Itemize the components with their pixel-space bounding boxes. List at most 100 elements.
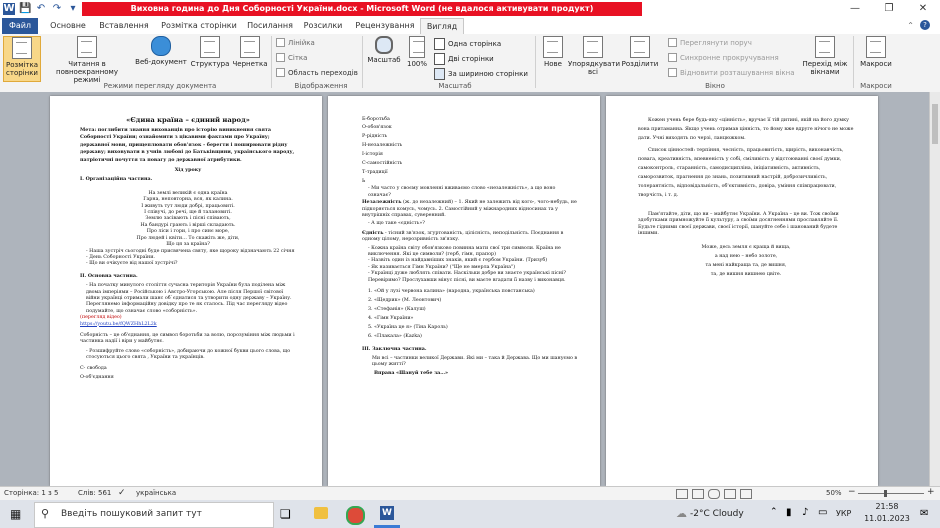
page-width-button[interactable]: За шириною сторінки	[434, 68, 528, 80]
list-item: - Наша зустріч сьогодні буде присвячена …	[86, 248, 295, 260]
section-heading-2: ІІ. Основна частина.	[80, 272, 138, 279]
tab-review[interactable]: Рецензування	[352, 18, 418, 34]
zoom-out-icon[interactable]: −	[848, 487, 856, 497]
hidden-icons-chevron-icon[interactable]: ⌃	[770, 507, 778, 517]
ruler-checkbox[interactable]: Лінійка	[276, 38, 315, 47]
full-screen-reading-button[interactable]: Читання в повноекранному режимі	[42, 36, 132, 84]
paragraph: Кожен учень бере будь-яку «цінність», вр…	[638, 118, 854, 141]
customize-qat-icon[interactable]: ▾	[67, 3, 79, 15]
search-icon: ⚲	[41, 507, 50, 520]
outline-view-icon[interactable]	[724, 489, 736, 499]
closing-paragraph: Ми всі – частинки великої Держави. Які м…	[372, 355, 578, 367]
new-window-button[interactable]: Нове	[538, 36, 568, 80]
tab-references[interactable]: Посилання	[244, 18, 296, 34]
print-layout-button[interactable]: Розмітка сторінки	[3, 36, 41, 82]
save-icon[interactable]: 💾	[19, 3, 31, 15]
draft-button[interactable]: Чернетка	[232, 36, 268, 80]
ribbon-collapse-icon[interactable]: ⌃	[907, 21, 914, 30]
poem-line: а над нею – небо золоте,	[714, 253, 778, 259]
quick-access-toolbar: W 💾 ↶ ↷ ▾	[0, 0, 79, 18]
document-page-3[interactable]: Кожен учень бере будь-яку «цінність», вр…	[606, 96, 878, 486]
undo-icon[interactable]: ↶	[35, 3, 47, 15]
synchronous-scrolling-button[interactable]: Синхронне прокручування	[668, 53, 779, 62]
ribbon: Розмітка сторінки Читання в повноекранно…	[0, 34, 940, 93]
close-icon[interactable]: ✕	[906, 0, 940, 18]
poem-1: На землі великій є одна країна Гарна, не…	[80, 191, 296, 249]
navigation-pane-checkbox-box[interactable]	[276, 68, 285, 77]
chrome-icon[interactable]	[346, 506, 365, 525]
poem-line: Може, десь земля є краща й вища,	[701, 244, 791, 250]
word-count[interactable]: Слів: 561	[78, 489, 111, 497]
switch-windows-icon	[815, 36, 835, 58]
group-separator	[271, 36, 272, 88]
video-link[interactable]: https://youtu.be/fQWZHhL2L2k	[80, 322, 296, 328]
notifications-icon[interactable]: ✉	[920, 508, 928, 519]
input-language[interactable]: УКР	[836, 509, 851, 518]
document-page-2[interactable]: Б-боротьба О-обов'язок Р-рідність Н-неза…	[328, 96, 600, 486]
draft-view-icon[interactable]	[740, 489, 752, 499]
grid-checkbox-box[interactable]	[276, 53, 285, 62]
zoom-button[interactable]: Масштаб	[366, 36, 402, 80]
word-taskbar-icon[interactable]: W	[380, 506, 394, 520]
minimize-icon[interactable]: —	[838, 0, 872, 18]
split-button[interactable]: Розділити	[620, 36, 660, 80]
web-layout-button[interactable]: Веб-документ	[134, 36, 188, 80]
redo-icon[interactable]: ↷	[51, 3, 63, 15]
clock-date[interactable]: 11.01.2023	[862, 514, 912, 523]
outline-button[interactable]: Структура	[190, 36, 230, 80]
globe-icon	[151, 36, 171, 56]
tab-home[interactable]: Основне	[44, 18, 92, 34]
zoom-level[interactable]: 50%	[826, 489, 842, 497]
weather-text[interactable]: -2°C Cloudy	[690, 509, 744, 519]
restore-icon[interactable]: ❐	[872, 0, 906, 18]
poem-line: та, де вишня вишнею цвіте.	[710, 271, 782, 277]
group-separator	[362, 36, 363, 88]
volume-icon[interactable]: ♪	[802, 507, 808, 518]
reading-view-icon[interactable]	[692, 489, 704, 499]
document-page-1[interactable]: «Єдина країна – єдиний народ» Мета: погл…	[50, 96, 322, 486]
scrollbar-thumb[interactable]	[932, 104, 938, 144]
definition-paragraph: Незалежність (ж. до незалежний) – 1. Яки…	[362, 199, 577, 219]
network-icon[interactable]: ▮	[786, 507, 792, 518]
zoom-in-icon[interactable]: +	[927, 487, 935, 497]
ruler-checkbox-box[interactable]	[276, 38, 285, 47]
list-item: - На початку минулого століття сучасна т…	[86, 283, 292, 314]
page-count[interactable]: Сторінка: 1 з 5	[4, 489, 58, 497]
group-separator	[853, 36, 854, 88]
vertical-scrollbar[interactable]	[929, 92, 940, 486]
file-explorer-icon[interactable]	[314, 507, 328, 519]
grid-checkbox[interactable]: Сітка	[276, 53, 307, 62]
arrange-all-button[interactable]: Упорядкувати всі	[568, 36, 620, 80]
tab-file[interactable]: Файл	[2, 18, 38, 34]
macros-button[interactable]: Макроси	[858, 36, 894, 80]
language-indicator[interactable]: українська	[136, 489, 176, 497]
document-area: «Єдина країна – єдиний народ» Мета: погл…	[0, 92, 940, 486]
sobornist-definition: Соборність – це об'єднання, це символ бо…	[80, 332, 295, 345]
tab-insert[interactable]: Вставлення	[96, 18, 152, 34]
tab-mailings[interactable]: Розсилки	[300, 18, 346, 34]
print-layout-view-icon[interactable]	[676, 489, 688, 499]
two-pages-button[interactable]: Дві сторінки	[434, 53, 494, 65]
list-item: - А що таке «єдність»?	[368, 221, 425, 227]
windows-start-icon[interactable]: ▦	[10, 507, 21, 521]
side-by-side-icon	[668, 38, 677, 47]
reset-window-position-button[interactable]: Відновити розташування вікна	[668, 68, 795, 77]
navigation-pane-checkbox[interactable]: Область переходів	[276, 68, 358, 77]
task-view-icon[interactable]: ❏	[280, 507, 291, 521]
letter-line: О-об'єднання	[80, 375, 114, 380]
web-view-icon[interactable]	[708, 489, 720, 499]
tab-page-layout[interactable]: Розмітка сторінки	[158, 18, 240, 34]
clock-time[interactable]: 21:58	[862, 502, 912, 511]
view-side-by-side-button[interactable]: Переглянути поруч	[668, 38, 752, 47]
zoom-slider[interactable]	[858, 493, 924, 494]
battery-icon[interactable]: ▭	[818, 507, 827, 518]
arrange-all-icon	[583, 36, 603, 58]
one-page-button[interactable]: Одна сторінка	[434, 38, 501, 50]
switch-windows-button[interactable]: Перехід між вікнами	[800, 36, 850, 80]
poem-line: та мені найкраща та, де вишня,	[705, 262, 787, 268]
zoom-100-button[interactable]: 100%	[404, 36, 430, 80]
help-icon[interactable]: ?	[920, 20, 930, 30]
proofing-icon[interactable]: ✓	[118, 488, 126, 498]
taskbar-search-box[interactable]: ⚲ Введіть пошуковий запит тут	[34, 502, 274, 528]
zoom-slider-thumb[interactable]	[884, 490, 887, 497]
